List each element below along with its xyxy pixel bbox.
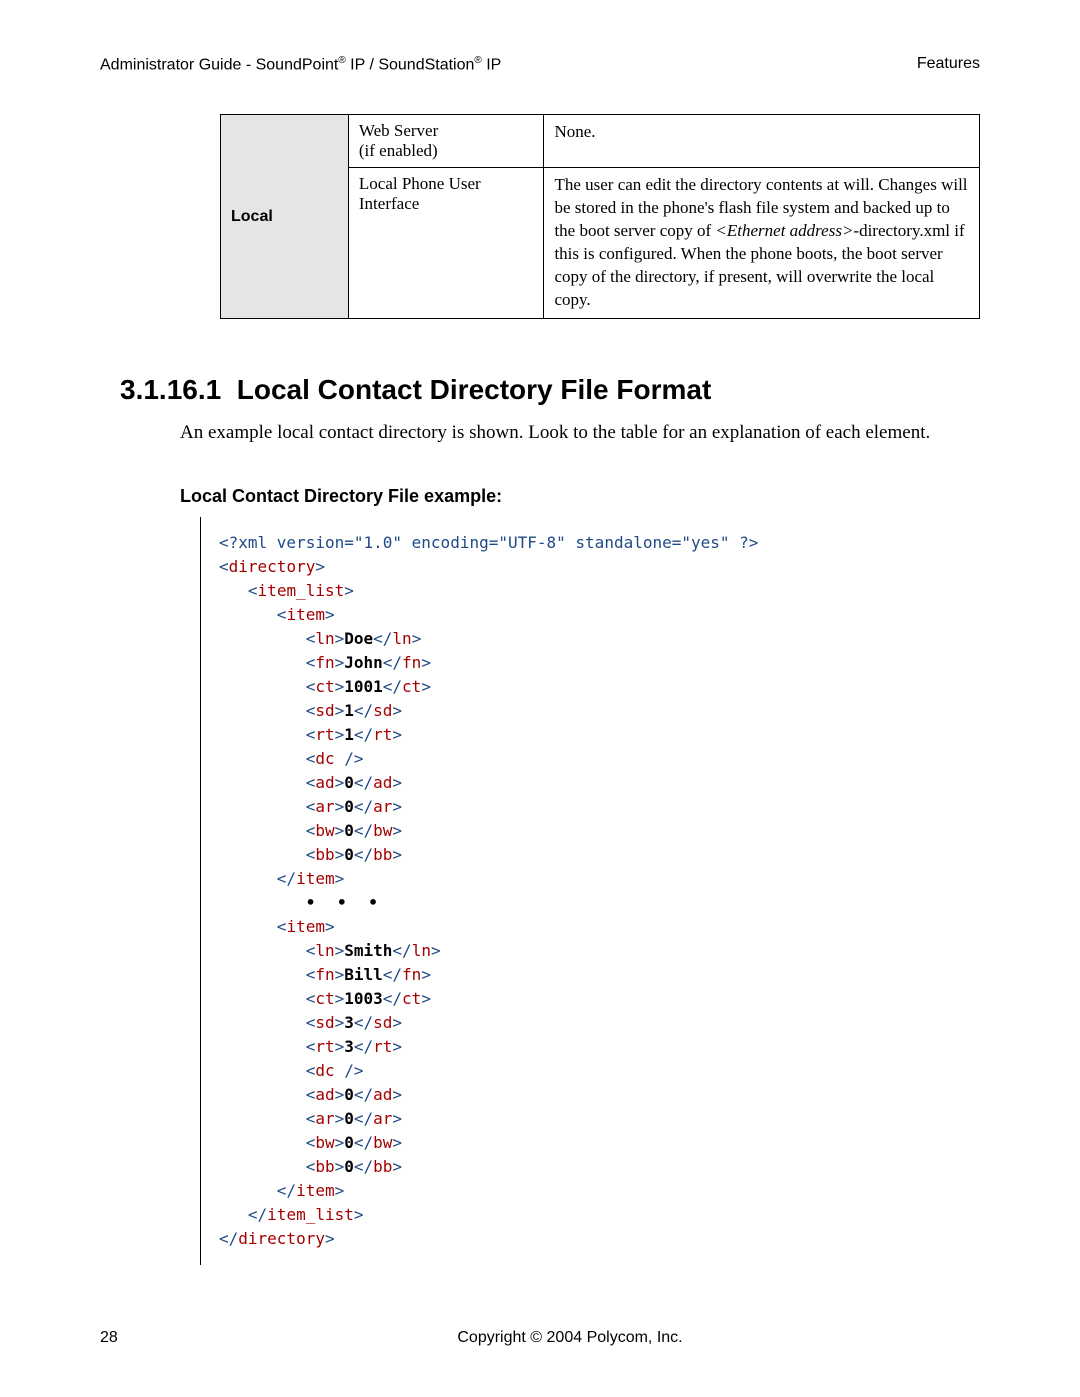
cell-em: <Ethernet address> — [715, 221, 853, 240]
xml-value: 1 — [344, 725, 354, 744]
xml-value: 0 — [344, 773, 354, 792]
cell-text: (if enabled) — [359, 141, 438, 160]
xml-value: Bill — [344, 965, 383, 984]
xml-value: 0 — [344, 845, 354, 864]
copyright-text: Copyright © 2004 Polycom, Inc. — [160, 1329, 980, 1347]
xml-value: John — [344, 653, 383, 672]
xml-tag: directory — [238, 1229, 325, 1248]
xml-value: 1001 — [344, 677, 383, 696]
table-cell: None. — [544, 115, 980, 168]
cell-text: Interface — [359, 194, 419, 213]
xml-value: 3 — [344, 1037, 354, 1056]
section-title: Local Contact Directory File Format — [237, 374, 712, 405]
xml-value: Smith — [344, 941, 392, 960]
section-heading: 3.1.16.1 Local Contact Directory File Fo… — [120, 374, 980, 406]
xml-value: 0 — [344, 1085, 354, 1104]
header-right: Features — [917, 55, 980, 74]
xml-value: Doe — [344, 629, 373, 648]
xml-tag: item — [286, 605, 325, 624]
xml-value: 0 — [344, 1133, 354, 1152]
xml-tag: item_list — [258, 581, 345, 600]
table-row: Local Web Server (if enabled) None. — [221, 115, 980, 168]
page-number: 28 — [100, 1329, 160, 1347]
table-cell: Local Phone User Interface — [348, 168, 544, 319]
xml-tag: item — [296, 869, 335, 888]
cell-text: Web Server — [359, 121, 438, 140]
xml-tag: item_list — [267, 1205, 354, 1224]
xml-tag: directory — [229, 557, 316, 576]
xml-value: 0 — [344, 797, 354, 816]
xml-decl: <?xml version="1.0" encoding="UTF-8" sta… — [219, 533, 758, 552]
xml-tag: item — [296, 1181, 335, 1200]
cell-text: Local Phone User — [359, 174, 481, 193]
xml-value: 3 — [344, 1013, 354, 1032]
page-header: Administrator Guide - SoundPoint® IP / S… — [100, 55, 980, 74]
section-intro: An example local contact directory is sh… — [180, 420, 950, 446]
example-heading: Local Contact Directory File example: — [180, 486, 980, 507]
xml-value: 0 — [344, 1109, 354, 1128]
header-left: Administrator Guide - SoundPoint® IP / S… — [100, 55, 501, 74]
page-footer: 28 Copyright © 2004 Polycom, Inc. — [100, 1329, 980, 1347]
ellipsis: • • • — [306, 893, 384, 912]
xml-code-example: <?xml version="1.0" encoding="UTF-8" sta… — [200, 517, 980, 1265]
xml-value: 0 — [344, 1157, 354, 1176]
xml-tag: item — [286, 917, 325, 936]
table-cell: The user can edit the directory contents… — [544, 168, 980, 319]
document-page: Administrator Guide - SoundPoint® IP / S… — [0, 0, 1080, 1397]
table-rowhead: Local — [221, 115, 349, 319]
section-number: 3.1.16.1 — [120, 374, 221, 405]
xml-value: 1003 — [344, 989, 383, 1008]
xml-value: 1 — [344, 701, 354, 720]
config-table: Local Web Server (if enabled) None. Loca… — [220, 114, 980, 319]
table-cell: Web Server (if enabled) — [348, 115, 544, 168]
xml-value: 0 — [344, 821, 354, 840]
